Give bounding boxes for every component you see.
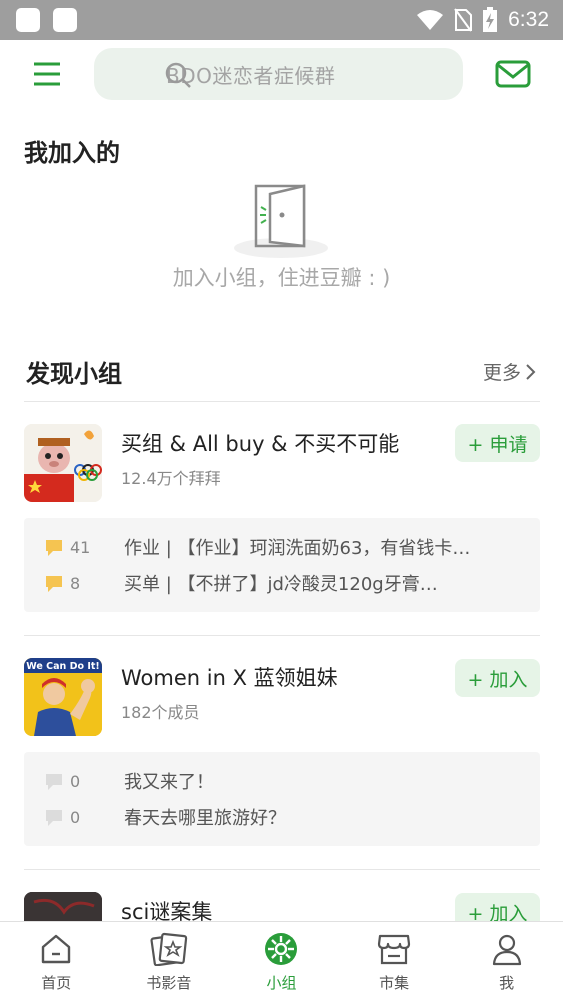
menu-icon [34, 62, 60, 86]
topic-item[interactable]: 0 我又来了！ [24, 766, 540, 796]
group-name[interactable]: Women in X 蓝领姐妹 [121, 662, 338, 692]
clock: 6:32 [508, 8, 549, 31]
nav-profile[interactable]: 我 [450, 922, 563, 1000]
notification-icon [16, 8, 40, 32]
nav-label: 首页 [41, 974, 72, 992]
nav-label: 市集 [379, 974, 410, 992]
empty-state-text: 加入小组，住进豆瓣 : ) [172, 266, 391, 290]
market-icon [377, 934, 411, 965]
more-link[interactable]: 更多 [483, 358, 537, 385]
notification-icon [53, 8, 77, 32]
nav-groups[interactable]: 小组 [225, 922, 338, 1000]
avatar-text: We Can Do It! [26, 661, 99, 672]
messages-button[interactable] [495, 58, 531, 90]
group-member-count: 12.4万个拜拜 [121, 469, 221, 488]
profile-icon [492, 934, 521, 966]
group-topics: 0 我又来了！ 0 春天去哪里旅游好？ [24, 752, 540, 846]
status-bar: 6:32 [0, 0, 563, 40]
topic-title: 我又来了！ [124, 772, 214, 793]
group-avatar[interactable] [24, 424, 102, 502]
bottom-navigation: 首页 书影音 小组 市集 我 [0, 921, 563, 1000]
topic-title: 作业 | 【作业】珂润洗面奶63，有省钱卡… [124, 538, 471, 559]
nav-label: 书影音 [146, 974, 192, 992]
divider [24, 635, 540, 636]
nav-label: 我 [499, 974, 515, 992]
comment-icon [46, 774, 62, 790]
media-card-icon [150, 932, 188, 966]
divider [24, 869, 540, 870]
battery-charging-icon [483, 7, 498, 32]
menu-button[interactable] [30, 58, 64, 90]
comment-icon [46, 810, 62, 826]
group-name[interactable]: 买组 & All buy & 不买不可能 [121, 428, 399, 458]
mail-icon [495, 60, 531, 88]
nav-home[interactable]: 首页 [0, 922, 113, 1000]
group-avatar-image [24, 424, 102, 502]
join-button[interactable]: + 加入 [455, 659, 540, 697]
chevron-right-icon [526, 363, 536, 380]
group-member-count: 182个成员 [121, 703, 200, 722]
no-sim-icon [454, 8, 473, 32]
search-input[interactable]: BDO迷恋者症候群 [94, 48, 463, 100]
nav-market[interactable]: 市集 [338, 922, 451, 1000]
nav-media[interactable]: 书影音 [113, 922, 226, 1000]
group-avatar-image: We Can Do It! [24, 658, 102, 736]
comment-icon [46, 540, 62, 556]
topic-item[interactable]: 8 买单 | 【不拼了】￼￼jd冷酸灵120g牙膏… [24, 568, 540, 598]
home-icon [42, 934, 71, 964]
topic-title: 春天去哪里旅游好？ [124, 808, 286, 829]
comment-count: 0 [70, 807, 81, 827]
comment-count: 8 [70, 573, 81, 593]
top-bar: BDO迷恋者症候群 [0, 40, 563, 108]
discover-groups-title: 发现小组 [26, 360, 122, 388]
joined-groups-title: 我加入的 [24, 139, 120, 167]
topic-item[interactable]: 0 春天去哪里旅游好？ [24, 802, 540, 832]
topic-item[interactable]: 41 作业 | 【作业】珂润洗面奶63，有省钱卡… [24, 532, 540, 562]
wifi-icon [417, 10, 444, 30]
group-icon [265, 933, 298, 965]
door-icon [234, 184, 328, 258]
group-avatar[interactable]: We Can Do It! [24, 658, 102, 736]
topic-title: 买单 | 【不拼了】￼￼jd冷酸灵120g牙膏… [124, 574, 438, 595]
comment-count: 0 [70, 771, 81, 791]
comment-count: 41 [70, 537, 91, 557]
nav-label: 小组 [266, 974, 297, 992]
more-label: 更多 [482, 362, 521, 384]
search-icon [165, 62, 191, 88]
divider [24, 401, 540, 402]
comment-icon [46, 576, 62, 592]
group-topics: 41 作业 | 【作业】珂润洗面奶63，有省钱卡… 8 买单 | 【不拼了】￼￼… [24, 518, 540, 612]
apply-button[interactable]: + 申请 [455, 424, 540, 462]
